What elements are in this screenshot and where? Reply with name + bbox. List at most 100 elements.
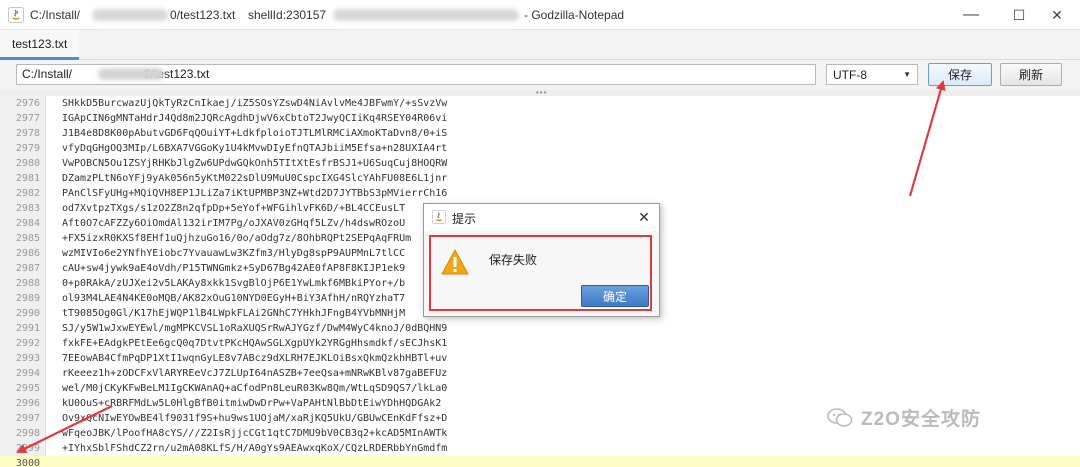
dropdown-arrow-icon: ▼ xyxy=(903,70,911,79)
line-number: 2976 xyxy=(15,98,40,109)
line-number: 2982 xyxy=(15,188,40,199)
line-text: SHkkD5BurcwazUjQkTyRzCnIkaej/iZ5SOsYZswD… xyxy=(62,98,448,109)
redacted-file-path xyxy=(98,68,164,80)
redacted-shell-id xyxy=(333,9,519,21)
java-app-icon xyxy=(432,210,446,224)
line-number: 2980 xyxy=(15,158,40,169)
line-text: tT9085Og0Gl/K17hEjWQP1lB4LWpkFLAi2GNhC7Y… xyxy=(62,308,406,319)
line-number: 2995 xyxy=(15,383,40,394)
line-number: 3000 xyxy=(15,458,40,467)
line-number: 2996 xyxy=(15,398,40,409)
editor-line[interactable]: 2999 +IYhxSblFShdCZ2rn/u2mA08KLfS/H/A0gYs… xyxy=(0,441,1080,456)
line-text: +FX5izxR0KXSf8EHf1uQjhzuGo16/0o/aOdg7z/8… xyxy=(62,233,412,244)
window-title-app: - Godzilla-Notepad xyxy=(524,8,625,22)
line-text: SJ/y5W1wJxwEYEwl/mgMPKCVSL1oRaXUQSrRwAJY… xyxy=(62,323,448,334)
tab-label: test123.txt xyxy=(12,36,68,51)
save-button[interactable]: 保存 xyxy=(928,63,992,86)
line-number: 2987 xyxy=(15,263,40,274)
line-number: 2990 xyxy=(15,308,40,319)
line-text: wel/M0jCKyKFwBeLM1IgCKWAnAQ+aCfodPn8LeuR… xyxy=(62,383,448,394)
warning-icon xyxy=(441,249,469,275)
maximize-icon: ☐ xyxy=(1012,6,1026,23)
line-number: 2991 xyxy=(15,323,40,334)
editor-line[interactable]: 2992 fxkFE+EAdgkPEtEe6gcQ0q7DtvtPKcHQAwSG… xyxy=(0,336,1080,351)
refresh-button[interactable]: 刷新 xyxy=(1000,63,1062,86)
line-text: Aft0O7cAFZZy6OiOmdAl132irIM7Pg/oJXAV0zGH… xyxy=(62,218,406,229)
editor-line[interactable]: 2994 rKeeez1h+zODCFxVlARYREeVcJ7ZLUpI64nA… xyxy=(0,366,1080,381)
line-text: ol93M4LAE4N4KE0oMQB/AK82xOuG10NYD0EGyH+B… xyxy=(62,293,406,304)
line-text: +IYhxSblFShdCZ2rn/u2mA08KLfS/H/A0gYs9AEA… xyxy=(62,443,448,454)
save-button-label: 保存 xyxy=(947,68,972,82)
window-title-path-prefix: C:/Install/ xyxy=(30,8,81,22)
editor-line[interactable]: 2978 J1B4e8D8K00pAbutvGD6FqQOuiYT+Ldkfplo… xyxy=(0,126,1080,141)
error-dialog: 提示 ✕ 保存失败 确定 xyxy=(423,203,660,317)
window-title-path-suffix: 0/test123.txt xyxy=(170,8,236,22)
minimize-icon: — xyxy=(963,6,979,23)
line-text: IGApCIN6gMNTaHdrJ4Qd8m2JQRcAgdhDjwV6xCbt… xyxy=(62,113,448,124)
close-icon: ✕ xyxy=(1051,6,1063,23)
line-number: 2994 xyxy=(15,368,40,379)
encoding-value: UTF-8 xyxy=(833,67,867,82)
wechat-icon xyxy=(827,407,853,427)
encoding-select[interactable]: UTF-8 ▼ xyxy=(826,64,918,85)
dialog-title-bar: 提示 ✕ xyxy=(424,204,659,231)
line-text: 7EEowAB4CfmPqDP1XtI1wqnGyLE8v7ABcz9dXLRH… xyxy=(62,353,448,364)
line-text: 0+p0RAkA/zUJXei2v5LAKAy8xkk1SvgBlOjP6E1Y… xyxy=(62,278,406,289)
editor-line[interactable]: 2993 7EEowAB4CfmPqDP1XtI1wqnGyLE8v7ABcz9d… xyxy=(0,351,1080,366)
line-number: 2981 xyxy=(15,173,40,184)
line-number: 2977 xyxy=(15,113,40,124)
editor-line[interactable]: 2982 PAnClSFyUHg+MQiQVH8EP1JLiZa7iKtUPMBP… xyxy=(0,186,1080,201)
line-text: DZamzPLtN6oYFj9yAk056n5yKtM022sDlU9MuU0C… xyxy=(62,173,448,184)
window-title-shell-id: shellId:230157 xyxy=(248,8,327,22)
editor-line[interactable]: 2979 vfyDqGHgOQ3MIp/L6BXA7VGGoKy1U4kMvwDI… xyxy=(0,141,1080,156)
line-text: wFqeoJBK/lPoofHA8cYS///Z2IsRjjcCGt1qtC7D… xyxy=(62,428,448,439)
line-number: 2978 xyxy=(15,128,40,139)
editor-line[interactable]: 2977 IGApCIN6gMNTaHdrJ4Qd8m2JQRcAgdhDjwV6… xyxy=(0,111,1080,126)
line-number: 2989 xyxy=(15,293,40,304)
tab-strip: test123.txt xyxy=(0,30,1080,60)
ok-button[interactable]: 确定 xyxy=(581,285,649,307)
line-number: 2988 xyxy=(15,278,40,289)
line-text: rKeeez1h+zODCFxVlARYREeVcJ7ZLUpI64nASZB+… xyxy=(62,368,448,379)
line-number: 2992 xyxy=(15,338,40,349)
line-text: vfyDqGHgOQ3MIp/L6BXA7VGGoKy1U4kMvwDIyEfn… xyxy=(62,143,448,154)
current-line[interactable]: 3000 xyxy=(0,456,1080,467)
line-text: od7XvtpzTXgs/s1zO2Z8n2qfpDp+5eYof+WFGihl… xyxy=(62,203,406,214)
file-path-prefix: C:/Install/ xyxy=(22,67,73,81)
line-number: 2984 xyxy=(15,218,40,229)
splitter-grip-icon: ••• xyxy=(536,88,548,97)
ok-button-label: 确定 xyxy=(602,289,627,304)
line-number: 2999 xyxy=(15,443,40,454)
watermark: Z2O安全攻防 xyxy=(827,404,981,431)
redacted-path xyxy=(92,9,168,21)
minimize-button[interactable]: — xyxy=(948,0,994,30)
line-number: 2998 xyxy=(15,428,40,439)
line-number: 2997 xyxy=(15,413,40,424)
line-text: J1B4e8D8K00pAbutvGD6FqQOuiYT+LdkfploioTJ… xyxy=(62,128,448,139)
dialog-title: 提示 xyxy=(452,212,477,226)
dialog-message: 保存失败 xyxy=(489,253,538,267)
dialog-body-highlight: 保存失败 确定 xyxy=(429,235,652,311)
line-text: PAnClSFyUHg+MQiQVH8EP1JLiZa7iKtUPMBP3NZ+… xyxy=(62,188,448,199)
editor-line[interactable]: 2976 SHkkD5BurcwazUjQkTyRzCnIkaej/iZ5SOsY… xyxy=(0,96,1080,111)
line-text: VwPOBCN5Ou1ZSYjRHKbJlgZw6UPdwGQkOnh5TItX… xyxy=(62,158,448,169)
line-text: wzMIVIo6e2YNfhYEiobc7YvauawLw3KZfm3/HlyD… xyxy=(62,248,406,259)
line-number: 2993 xyxy=(15,353,40,364)
line-text: cAU+sw4jywk9aE4oVdh/P15TWNGmkz+SyD67Bg42… xyxy=(62,263,406,274)
editor-line[interactable]: 2980 VwPOBCN5Ou1ZSYjRHKbJlgZw6UPdwGQkOnh5… xyxy=(0,156,1080,171)
editor-line[interactable]: 2981 DZamzPLtN6oYFj9yAk056n5yKtM022sDlU9M… xyxy=(0,171,1080,186)
line-number: 2979 xyxy=(15,143,40,154)
tab-file[interactable]: test123.txt xyxy=(0,30,80,60)
line-number: 2986 xyxy=(15,248,40,259)
editor-line[interactable]: 2995 wel/M0jCKyKFwBeLM1IgCKWAnAQ+aCfodPn8… xyxy=(0,381,1080,396)
line-number: 2985 xyxy=(15,233,40,244)
line-text: kU0OuS+cRBRFMdLw5L0HlgBfB0itmiwDwDrPw+Va… xyxy=(62,398,442,409)
line-text: fxkFE+EAdgkPEtEe6gcQ0q7DtvtPKcHQAwSGLXgp… xyxy=(62,338,448,349)
editor-line[interactable]: 2991 SJ/y5W1wJxwEYEwl/mgMPKCVSL1oRaXUQSrR… xyxy=(0,321,1080,336)
dialog-close-button[interactable]: ✕ xyxy=(635,208,653,226)
close-window-button[interactable]: ✕ xyxy=(1034,0,1080,30)
close-icon: ✕ xyxy=(638,209,650,225)
title-bar: C:/Install/ 0/test123.txt shellId:230157… xyxy=(0,0,1080,30)
watermark-text: Z2O安全攻防 xyxy=(861,409,981,430)
line-text: Ov9xQcNIwEYOwBE4lf9031f9S+hu9ws1UOjaM/xa… xyxy=(62,413,448,424)
